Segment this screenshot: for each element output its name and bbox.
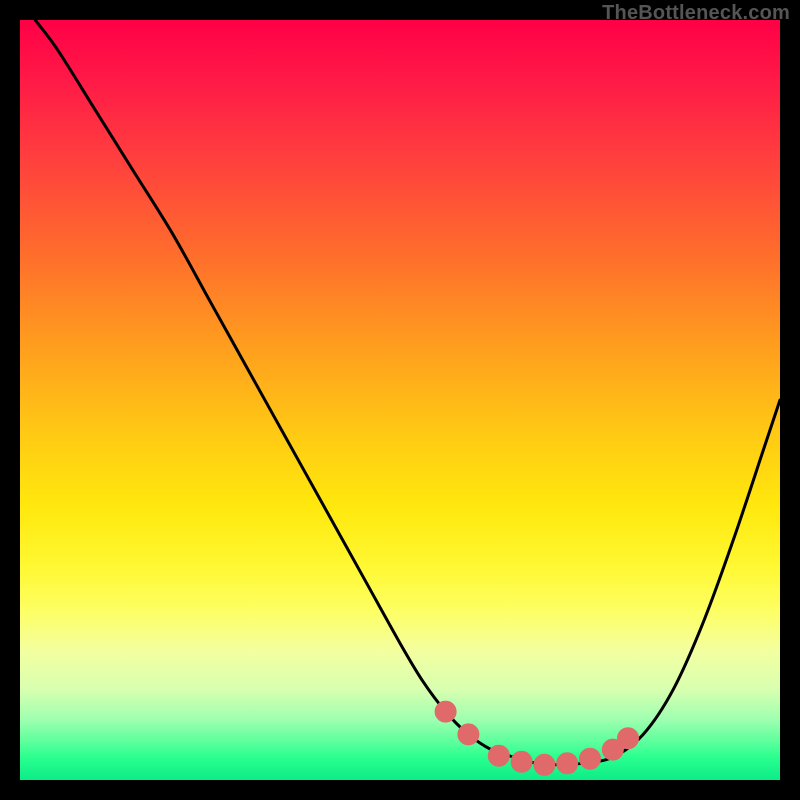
valley-marker <box>436 702 456 722</box>
plot-area <box>20 20 780 780</box>
valley-marker <box>489 746 509 766</box>
valley-marker <box>580 749 600 769</box>
valley-marker <box>458 724 478 744</box>
marker-layer <box>436 702 638 775</box>
watermark-text: TheBottleneck.com <box>602 2 790 25</box>
valley-marker <box>618 728 638 748</box>
valley-marker <box>512 752 532 772</box>
curve-layer <box>20 20 780 780</box>
chart-frame: TheBottleneck.com <box>0 0 800 800</box>
valley-marker <box>557 753 577 773</box>
bottleneck-curve <box>35 20 780 765</box>
valley-marker <box>534 755 554 775</box>
